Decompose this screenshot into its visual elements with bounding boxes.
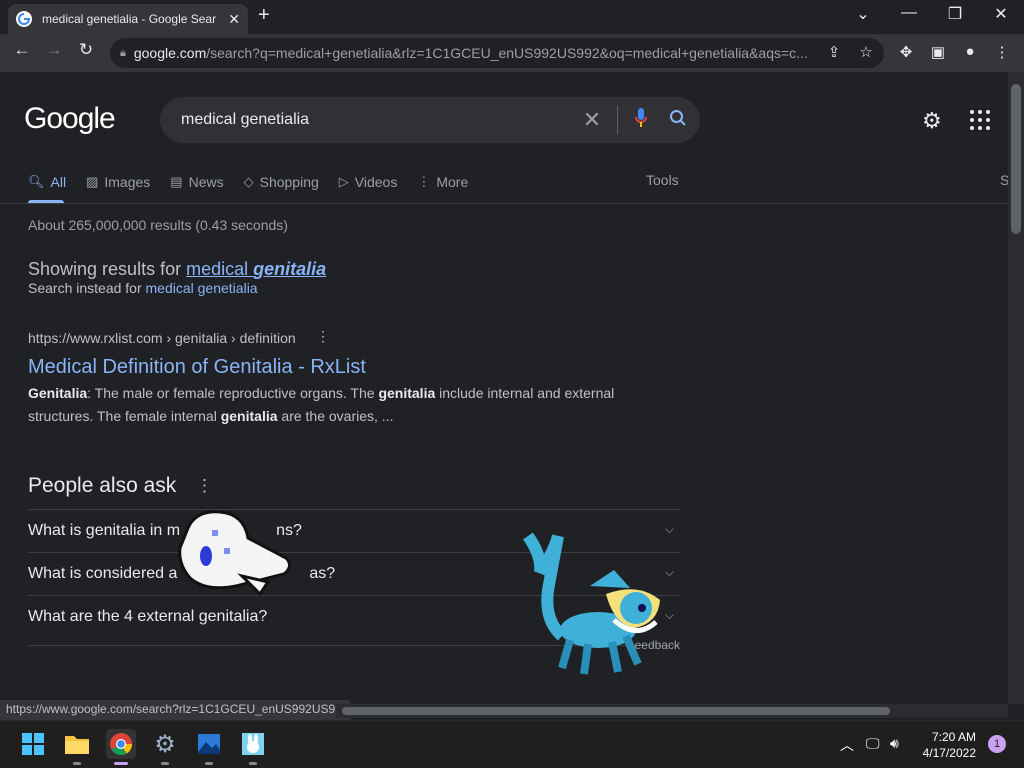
active-indicator [114, 762, 128, 765]
search-tabs: 🔍︎ All ▨ Images ▤ News ◇ Shopping ▷ Videos ⋮ M… [28, 172, 488, 204]
clear-icon[interactable]: ✕ [575, 107, 609, 133]
close-window-icon[interactable]: ✕ [986, 4, 1016, 24]
address-bar[interactable]: 🔒︎ google.com/search?q=medical+genetiali… [110, 38, 884, 68]
google-apps-icon[interactable] [970, 110, 990, 130]
close-tab-icon[interactable]: ✕ [228, 11, 240, 28]
running-indicator [73, 762, 81, 765]
photos-taskbar-button[interactable] [194, 729, 224, 765]
showing-results-for: Showing results for medical genitalia [28, 259, 327, 279]
horizontal-scrollbar[interactable] [336, 704, 1008, 718]
back-icon[interactable]: ← [10, 40, 34, 60]
search-input[interactable]: medical genetialia [181, 111, 575, 129]
tab-search-icon[interactable]: ⌄ [848, 4, 878, 24]
tab-shopping[interactable]: ◇ Shopping [244, 172, 319, 192]
tab-videos[interactable]: ▷ Videos [339, 172, 398, 192]
network-icon[interactable]: 🖵︎ [866, 735, 880, 752]
windows-taskbar: ⚙ ︿ 🖵︎ 🔊︎ 7:20 AM 4/17/2022 1 [0, 720, 1024, 768]
search-icon: 🔍︎ [28, 174, 45, 189]
search-box[interactable]: medical genetialia ✕ [160, 97, 700, 143]
result-snippet: Genitalia: The male or female reproducti… [28, 385, 615, 424]
safesearch-fragment[interactable]: S [1000, 172, 1008, 188]
browser-tab[interactable]: medical genetialia - Google Sear ✕ [8, 4, 248, 34]
start-button[interactable] [18, 729, 48, 759]
tab-all[interactable]: 🔍︎ All [28, 172, 66, 192]
reload-icon[interactable]: ↻ [74, 40, 98, 60]
share-icon[interactable]: ⇪ [823, 43, 845, 61]
tools-button[interactable]: Tools [646, 172, 679, 188]
system-clock[interactable]: 7:20 AM 4/17/2022 [914, 729, 976, 761]
microphone-icon[interactable] [626, 107, 656, 134]
tab-more[interactable]: ⋮ More [417, 172, 468, 192]
search-divider [617, 106, 618, 134]
title-bar: medical genetialia - Google Sear ✕ + ⌄ —… [0, 0, 1024, 34]
url-text: google.com/search?q=medical+genetialia&r… [133, 45, 808, 61]
tab-images[interactable]: ▨ Images [86, 172, 150, 192]
tag-icon: ◇ [243, 174, 254, 189]
tab-title: medical genetialia - Google Sear [42, 12, 217, 26]
corrected-query-link[interactable]: medical genitalia [186, 259, 326, 279]
result-title-link[interactable]: Medical Definition of Genitalia - RxList [28, 356, 366, 379]
running-indicator [161, 762, 169, 765]
forward-icon[interactable]: → [42, 40, 66, 60]
running-indicator [249, 762, 257, 765]
paa-options-icon[interactable]: ⋮ [196, 476, 213, 496]
original-query-link[interactable]: medical genetialia [146, 280, 258, 296]
video-icon: ▷ [338, 174, 349, 189]
photos-icon [198, 734, 220, 754]
volume-icon[interactable]: 🔊︎ [890, 735, 899, 752]
settings-taskbar-button[interactable]: ⚙ [150, 729, 180, 765]
notification-badge[interactable]: 1 [988, 735, 1006, 753]
google-results-page: Google medical genetialia ✕ ⚙ 🔍︎ All ▨ Ima… [0, 72, 1008, 704]
new-tab-icon[interactable]: + [258, 4, 270, 27]
chrome-icon [110, 733, 132, 755]
menu-dots-icon[interactable]: ⋮ [991, 43, 1013, 61]
result-stats: About 265,000,000 results (0.43 seconds) [28, 217, 288, 233]
link-status-bar: https://www.google.com/search?rlz=1C1GCE… [0, 700, 352, 720]
windows-logo-icon [22, 733, 44, 755]
bookmark-star-icon[interactable]: ☆ [855, 43, 877, 61]
side-panel-icon[interactable]: ▣ [927, 43, 949, 61]
profile-icon[interactable]: ● [959, 43, 981, 60]
search-icon[interactable] [656, 109, 700, 132]
horizontal-scroll-thumb[interactable] [342, 707, 890, 715]
result-cite: https://www.rxlist.com › genitalia › def… [28, 330, 296, 346]
google-favicon-icon [16, 11, 32, 27]
ghost-sprite-overlay [178, 510, 291, 597]
settings-gear-icon[interactable]: ⚙ [922, 108, 942, 134]
restore-icon[interactable]: ❐ [940, 4, 970, 24]
minimize-icon[interactable]: — [894, 4, 924, 22]
google-logo[interactable]: Google [24, 102, 116, 136]
tab-news[interactable]: ▤ News [170, 172, 223, 192]
tabs-divider [0, 203, 1008, 204]
folder-icon [65, 736, 89, 754]
extensions-icon[interactable]: ✥ [895, 43, 917, 61]
chevron-up-icon[interactable]: ︿ [840, 735, 854, 755]
image-icon: ▨ [86, 174, 99, 189]
lock-icon: 🔒︎ [120, 46, 126, 59]
search-instead-for: Search instead for medical genetialia [28, 280, 258, 296]
pet-app-taskbar-button[interactable] [238, 729, 268, 765]
more-icon: ⋮ [417, 174, 431, 189]
vertical-scrollbar[interactable] [1008, 72, 1024, 704]
gear-icon: ⚙ [154, 730, 176, 758]
running-indicator [205, 762, 213, 765]
file-explorer-button[interactable] [62, 729, 92, 765]
vertical-scroll-thumb[interactable] [1011, 84, 1021, 234]
chrome-taskbar-button[interactable] [106, 729, 136, 765]
bunny-icon [242, 733, 264, 755]
water-fox-sprite-overlay [523, 532, 660, 675]
result-options-icon[interactable]: ⋮ [316, 328, 330, 345]
news-icon: ▤ [170, 174, 183, 189]
people-also-ask-heading: People also ask [28, 474, 177, 497]
